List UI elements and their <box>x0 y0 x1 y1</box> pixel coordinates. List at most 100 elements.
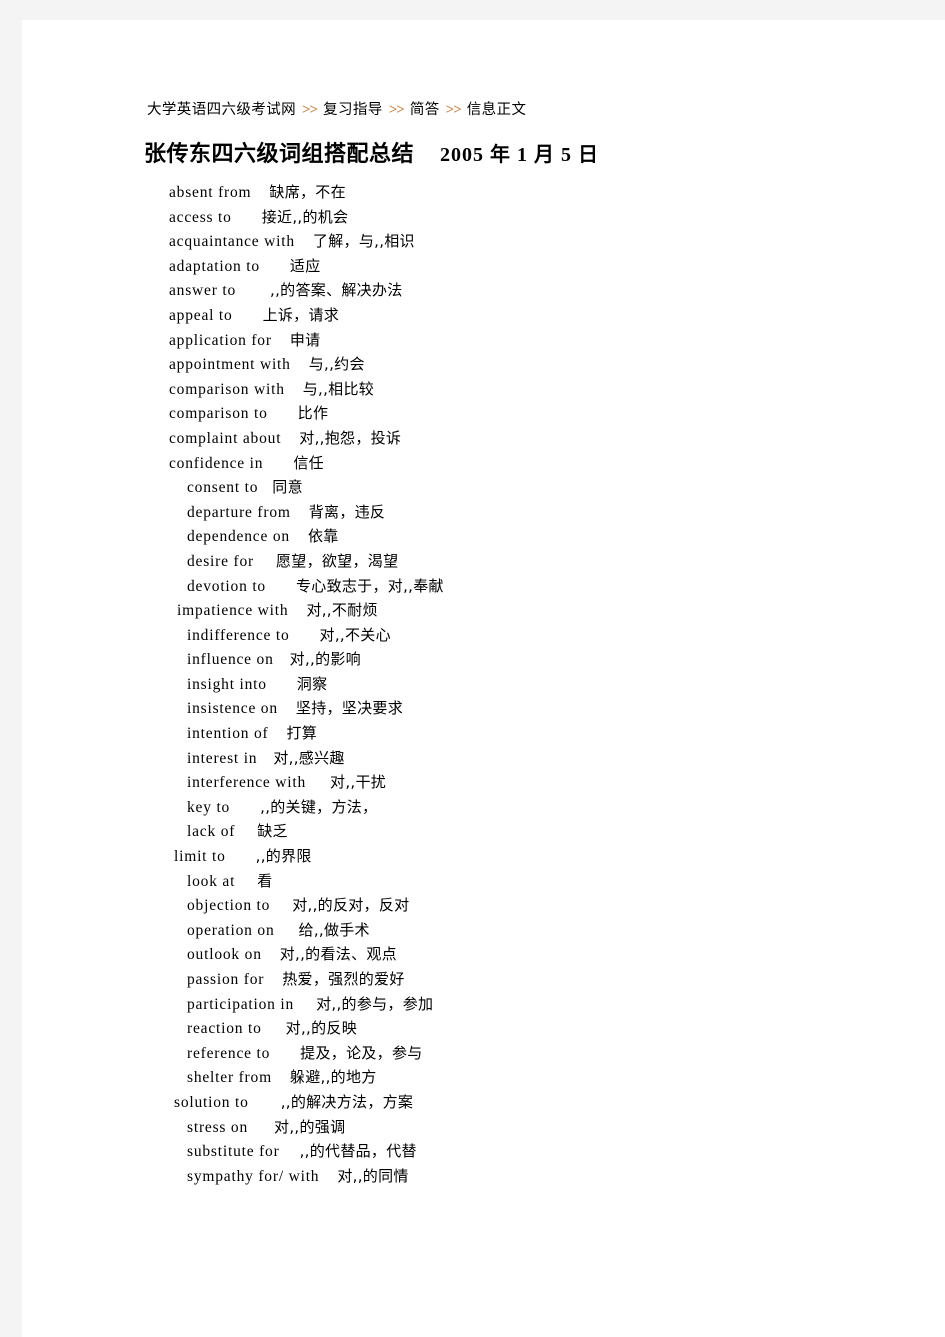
phrase-row: outlook on 对,,的看法、观点 <box>22 942 945 967</box>
phrase-chinese: 对,,的看法、观点 <box>279 945 397 964</box>
phrase-english: key to <box>187 798 231 816</box>
phrase-chinese: 提及，论及，参与 <box>300 1043 423 1062</box>
breadcrumb: 大学英语四六级考试网 >> 复习指导 >> 简答 >> 信息正文 <box>147 98 526 119</box>
phrase-chinese: ,,的答案、解决办法 <box>270 281 403 300</box>
phrase-english: dependence on <box>187 528 290 546</box>
phrase-chinese: 与,,约会 <box>308 355 365 374</box>
breadcrumb-item-4[interactable]: 信息正文 <box>467 102 527 118</box>
phrase-row: access to 接近,,的机会 <box>22 205 945 230</box>
phrase-english: application for <box>169 331 272 349</box>
phrase-row: lack of 缺乏 <box>22 819 945 844</box>
phrase-chinese: 对,,的反对，反对 <box>292 896 410 915</box>
phrase-chinese: 依靠 <box>307 527 339 546</box>
phrase-row: impatience with 对,,不耐烦 <box>22 598 945 623</box>
phrase-chinese: 对,,干扰 <box>330 773 387 792</box>
phrase-row: passion for 热爱，强烈的爱好 <box>22 967 945 992</box>
phrase-chinese: 缺乏 <box>257 822 288 841</box>
phrase-row: limit to ,,的界限 <box>22 844 945 869</box>
breadcrumb-separator: >> <box>388 102 405 118</box>
phrase-row: dependence on 依靠 <box>22 524 945 549</box>
phrase-row: departure from 背离，违反 <box>22 500 945 525</box>
phrase-english: interest in <box>187 749 258 767</box>
phrase-chinese: 接近,,的机会 <box>261 207 349 226</box>
phrase-english: passion for <box>187 971 265 988</box>
phrase-row: devotion to 专心致志于，对,,奉献 <box>22 574 945 599</box>
phrase-row: interest in 对,,感兴趣 <box>22 746 945 771</box>
phrase-row: confidence in 信任 <box>22 451 945 476</box>
phrase-list: absent from 缺席，不在 access to 接近,,的机会 acquaint… <box>22 180 945 1188</box>
phrase-chinese: 对,,不耐烦 <box>306 601 378 620</box>
phrase-chinese: 与,,相比较 <box>302 379 375 398</box>
phrase-row: desire for 愿望，欲望，渴望 <box>22 549 945 574</box>
breadcrumb-item-1[interactable]: 大学英语四六级考试网 <box>147 102 296 118</box>
phrase-english: reference to <box>187 1044 271 1062</box>
phrase-english: substitute for <box>187 1143 280 1161</box>
phrase-english: appeal to <box>169 306 233 324</box>
phrase-row: influence on 对,,的影响 <box>22 647 945 672</box>
phrase-chinese: 比作 <box>297 404 329 423</box>
phrase-chinese: 了解，与,,相识 <box>312 232 415 251</box>
phrase-english: devotion to <box>187 577 266 595</box>
publish-date: 2005 年 1 月 5 日 <box>440 144 600 166</box>
phrase-row: shelter from 躲避,,的地方 <box>22 1065 945 1090</box>
phrase-english: comparison with <box>169 380 285 398</box>
phrase-english: reaction to <box>187 1020 262 1038</box>
phrase-english: objection to <box>187 897 271 915</box>
phrase-row: sympathy for/ with 对,,的同情 <box>22 1164 945 1189</box>
phrase-english: intention of <box>187 725 269 743</box>
phrase-english: look at <box>187 872 236 890</box>
phrase-english: sympathy for/ with <box>187 1167 320 1185</box>
title-row: 张传东四六级词组搭配总结 2005 年 1 月 5 日 <box>144 136 599 168</box>
phrase-row: indifference to 对,,不关心 <box>22 623 945 648</box>
phrase-english: insight into <box>187 675 267 693</box>
phrase-row: intention of 打算 <box>22 721 945 746</box>
phrase-chinese: 对,,抱怨，投诉 <box>299 428 402 447</box>
phrase-row: reference to 提及，论及，参与 <box>22 1041 945 1066</box>
phrase-row: consent to 同意 <box>22 475 945 500</box>
page-sheet: 大学英语四六级考试网 >> 复习指导 >> 简答 >> 信息正文 张传东四六级词组搭配总结 2… <box>22 20 945 1337</box>
breadcrumb-item-2[interactable]: 复习指导 <box>323 102 383 118</box>
phrase-chinese: 愿望，欲望，渴望 <box>275 551 399 570</box>
phrase-row: adaptation to 适应 <box>22 254 945 279</box>
phrase-row: key to ,,的关键，方法， <box>22 795 945 820</box>
phrase-english: insistence on <box>187 700 278 718</box>
phrase-chinese: 对,,的参与，参加 <box>316 994 434 1013</box>
phrase-english: influence on <box>187 651 274 669</box>
phrase-row: reaction to 对,,的反映 <box>22 1016 945 1041</box>
phrase-chinese: 同意 <box>272 478 303 497</box>
phrase-chinese: 看 <box>257 871 273 890</box>
phrase-english: impatience with <box>177 602 289 620</box>
phrase-row: participation in 对,,的参与，参加 <box>22 992 945 1017</box>
phrase-chinese: 上诉，请求 <box>262 305 340 324</box>
breadcrumb-item-3[interactable]: 简答 <box>410 102 440 118</box>
phrase-row: comparison with 与,,相比较 <box>22 377 945 402</box>
phrase-chinese: ,,的解决方法，方案 <box>280 1092 414 1111</box>
phrase-row: look at 看 <box>22 869 945 894</box>
phrase-row: interference with 对,,干扰 <box>22 770 945 795</box>
phrase-row: solution to ,,的解决方法，方案 <box>22 1090 945 1115</box>
phrase-english: outlook on <box>187 946 262 964</box>
phrase-english: stress on <box>187 1118 249 1136</box>
phrase-english: adaptation to <box>169 257 260 275</box>
phrase-english: access to <box>169 208 232 226</box>
phrase-english: consent to <box>187 479 259 497</box>
phrase-english: solution to <box>174 1093 249 1111</box>
phrase-chinese: 信任 <box>293 453 324 472</box>
phrase-chinese: 对,,不关心 <box>319 625 391 644</box>
phrase-row: absent from 缺席，不在 <box>22 180 945 205</box>
phrase-english: absent from <box>169 184 252 201</box>
page-title: 张传东四六级词组搭配总结 <box>144 141 415 166</box>
phrase-chinese: 背离，违反 <box>308 502 386 521</box>
phrase-english: limit to <box>174 848 226 866</box>
phrase-row: operation on 给,,做手术 <box>22 918 945 943</box>
phrase-row: stress on 对,,的强调 <box>22 1115 945 1140</box>
breadcrumb-separator: >> <box>302 102 318 118</box>
phrase-chinese: ,,的关键，方法， <box>260 797 378 816</box>
phrase-english: appointment with <box>169 356 291 374</box>
phrase-english: comparison to <box>169 405 268 423</box>
breadcrumb-separator: >> <box>445 102 462 118</box>
phrase-chinese: 洞察 <box>296 674 328 693</box>
phrase-row: application for 申请 <box>22 328 945 353</box>
phrase-chinese: 对,,感兴趣 <box>273 748 345 767</box>
phrase-chinese: 对,,的强调 <box>274 1117 346 1136</box>
